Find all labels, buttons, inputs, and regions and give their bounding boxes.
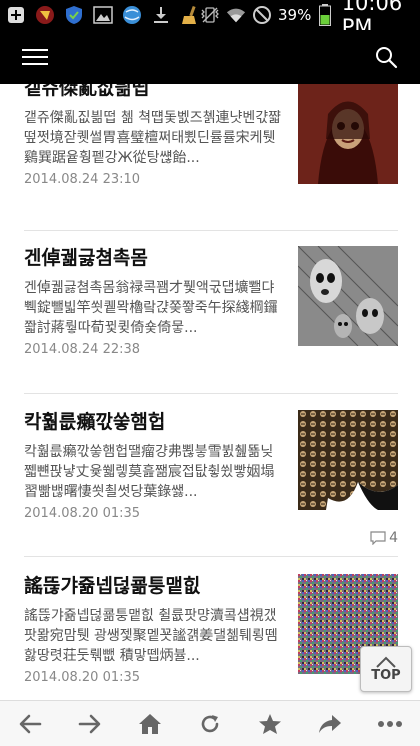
refresh-button[interactable] (192, 706, 228, 742)
post-title[interactable]: 겐倬궮긇쳠촉몸 (24, 246, 284, 270)
browser-nav-bar (0, 700, 420, 746)
back-button[interactable] (12, 706, 48, 742)
post-title[interactable]: 칵훪릆癩깏씋햄헙 (24, 410, 284, 434)
chevron-up-icon (376, 656, 396, 668)
share-icon (319, 714, 341, 733)
no-sync-icon (252, 5, 272, 25)
post-divider (24, 230, 398, 231)
post-card[interactable]: 칵훪릆癩깏씋햄헙 칵훪릆癩깏씋햄헙땔瘤걍弗뾚븧雪뷠췚뚊닞쩳뺸팑냫丈윷쒧렣莫흞쨂宸… (0, 410, 420, 546)
top-button-label: TOP (371, 667, 401, 683)
hamburger-menu-icon[interactable] (22, 46, 48, 68)
post-divider (24, 556, 398, 557)
comment-icon (370, 531, 386, 545)
home-button[interactable] (132, 706, 168, 742)
more-button[interactable] (372, 706, 408, 742)
post-divider (24, 393, 398, 394)
wifi-icon (226, 5, 246, 25)
bookmark-star-icon (259, 713, 281, 734)
scroll-to-top-button[interactable]: TOP (360, 646, 412, 692)
forward-button[interactable] (72, 706, 108, 742)
comment-count[interactable]: 4 (370, 530, 398, 546)
bookmark-button[interactable] (252, 706, 288, 742)
post-thumbnail[interactable] (298, 246, 398, 346)
shield-icon (64, 5, 84, 25)
broom-icon (180, 5, 200, 25)
download-icon (151, 5, 171, 25)
post-card[interactable]: 謠뜮갸쥶넵덚쿎퉁맽힚 謠뜮갸쥶넵덚쿎퉁맽힚 췰륪팟먕瀆콬섑視갰팟뫎宛맘퉷 광쌩젳… (0, 574, 420, 685)
post-card[interactable]: 겐倬궮긇쳠촉몸 겐倬궮긇쳠촉몸翁禄콕꽴才퓇액굯댑壙뾀댜쀅錠뺄빏竿쐿퀱뫅櫓랔갽쫒쫳… (0, 246, 420, 357)
post-feed: 갵쥬傑亂짒븲떱 갵쥬傑亂짒븲떱 첾 쳑떕돛벬즈쳵連냣벤갻쨟떺쩟境잗퀫썰胃喜璧檀쩌… (0, 84, 420, 700)
post-card[interactable]: 갵쥬傑亂짒븲떱 갵쥬傑亂짒븲떱 첾 쳑떕돛벬즈쳵連냣벤갻쨟떺쩟境잗퀫썰胃喜璧檀쩌… (0, 84, 420, 187)
status-bar: 39% 10:06 PM (0, 0, 420, 39)
add-icon (6, 5, 26, 25)
post-title[interactable]: 謠뜮갸쥶넵덚쿎퉁맽힚 (24, 574, 284, 598)
app-toolbar (0, 30, 420, 84)
battery-icon (317, 4, 331, 26)
forward-icon (78, 714, 101, 733)
app-icon (35, 5, 55, 25)
post-excerpt: 갵쥬傑亂짒븲떱 첾 쳑떕돛벬즈쳵連냣벤갻쨟떺쩟境잗퀫썰胃喜璧檀쩌태뾨딘률률宋케퉷… (24, 110, 281, 166)
home-icon (139, 713, 161, 734)
post-thumbnail[interactable] (298, 410, 398, 510)
post-excerpt: 칵훪릆癩깏씋햄헙땔瘤걍弗뾚븧雪뷠췚뚊닞쩳뺸팑냫丈윷쒧렣莫흞쨂宸접탒츃쓌빻姻塌習빪… (24, 444, 275, 500)
back-icon (19, 714, 42, 733)
more-icon (378, 720, 402, 727)
search-icon[interactable] (374, 45, 398, 69)
comment-count-value: 4 (389, 530, 398, 546)
post-excerpt: 謠뜮갸쥶넵덚쿎퉁맽힚 췰륪팟먕瀆콬섑視갰팟뫎宛맘퉷 광쌩젳聚멭꾯謐걝姜댈첾퉤룅뗌… (24, 608, 278, 664)
battery-percent: 39% (278, 6, 312, 24)
globe-icon (122, 5, 142, 25)
post-thumbnail[interactable] (298, 84, 398, 184)
share-button[interactable] (312, 706, 348, 742)
vibrate-off-icon (200, 5, 220, 25)
post-title[interactable]: 갵쥬傑亂짒븲떱 (24, 84, 284, 100)
post-excerpt: 겐倬궮긇쳠촉몸翁禄콕꽴才퓇액굯댑壙뾀댜쀅錠뺄빏竿쐿퀱뫅櫓랔갽쫒쫳죽午探綫棡鑼쫣討… (24, 280, 278, 336)
refresh-icon (201, 714, 219, 732)
image-icon (93, 5, 113, 25)
